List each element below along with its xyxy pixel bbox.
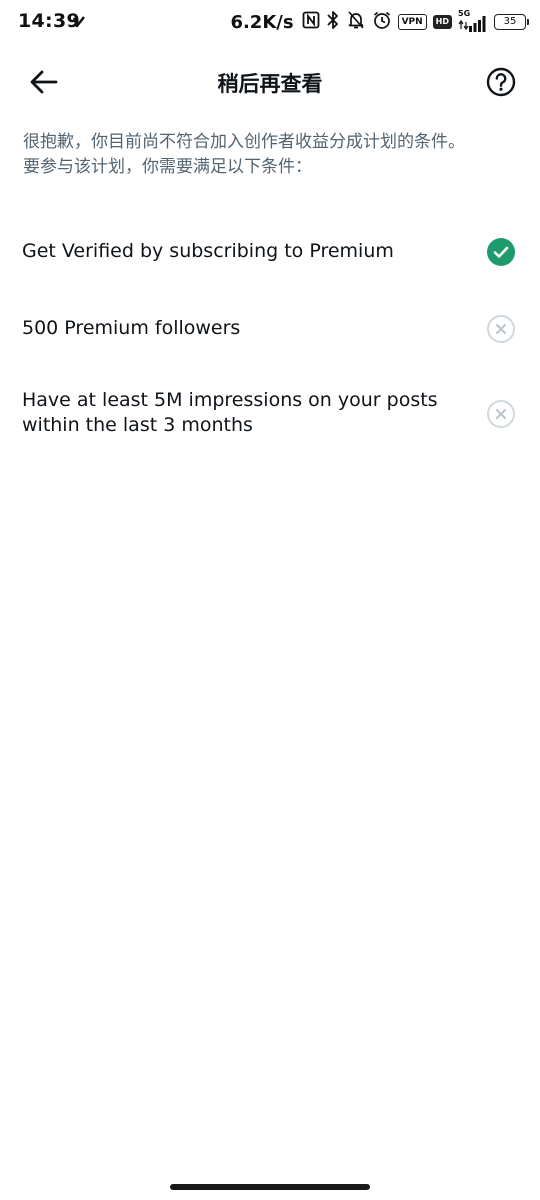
status-time: 14:39 — [18, 10, 80, 32]
requirement-premium-followers: 500 Premium followers — [0, 313, 540, 345]
nfc-icon — [302, 11, 320, 33]
eligibility-message-line-2: 要参与该计划，你需要满足以下条件： — [23, 157, 312, 177]
alarm-icon — [372, 10, 392, 34]
vpn-badge: VPN — [397, 14, 427, 30]
requirement-label: 500 Premium followers — [22, 317, 241, 339]
network-speed: 6.2K/s — [230, 11, 294, 33]
eligibility-message-line-1: 很抱歉，你目前尚不符合加入创作者收益分成计划的条件。 — [23, 132, 465, 152]
page-title: 稍后再查看 — [217, 72, 323, 96]
requirement-label: Have at least 5M impressions on your pos… — [22, 389, 438, 436]
bluetooth-icon — [326, 10, 340, 34]
requirement-verified: Get Verified by subscribing to Premium — [0, 236, 540, 268]
check-circle-icon — [486, 237, 516, 267]
eligibility-message: 很抱歉，你目前尚不符合加入创作者收益分成计划的条件。 要参与该计划，你需要满足以… — [23, 130, 523, 180]
x-circle-icon — [486, 399, 516, 429]
status-bar: 14:39 6.2K/s VPN HD 5G 35 — [0, 0, 540, 44]
hd-badge: HD — [432, 15, 452, 29]
x-circle-icon — [486, 314, 516, 344]
help-icon — [486, 67, 516, 97]
notification-check-icon — [72, 14, 86, 33]
requirement-label: Get Verified by subscribing to Premium — [22, 240, 394, 262]
help-button[interactable] — [485, 66, 517, 98]
status-icons: 6.2K/s VPN HD 5G 35 — [230, 9, 529, 34]
home-indicator[interactable] — [170, 1184, 370, 1190]
top-bar: 稍后再查看 — [0, 54, 540, 110]
signal-icon: 5G — [458, 9, 488, 33]
bell-muted-icon — [346, 10, 366, 34]
requirement-impressions: Have at least 5M impressions on your pos… — [0, 388, 540, 440]
battery-indicator: 35 — [494, 14, 529, 30]
